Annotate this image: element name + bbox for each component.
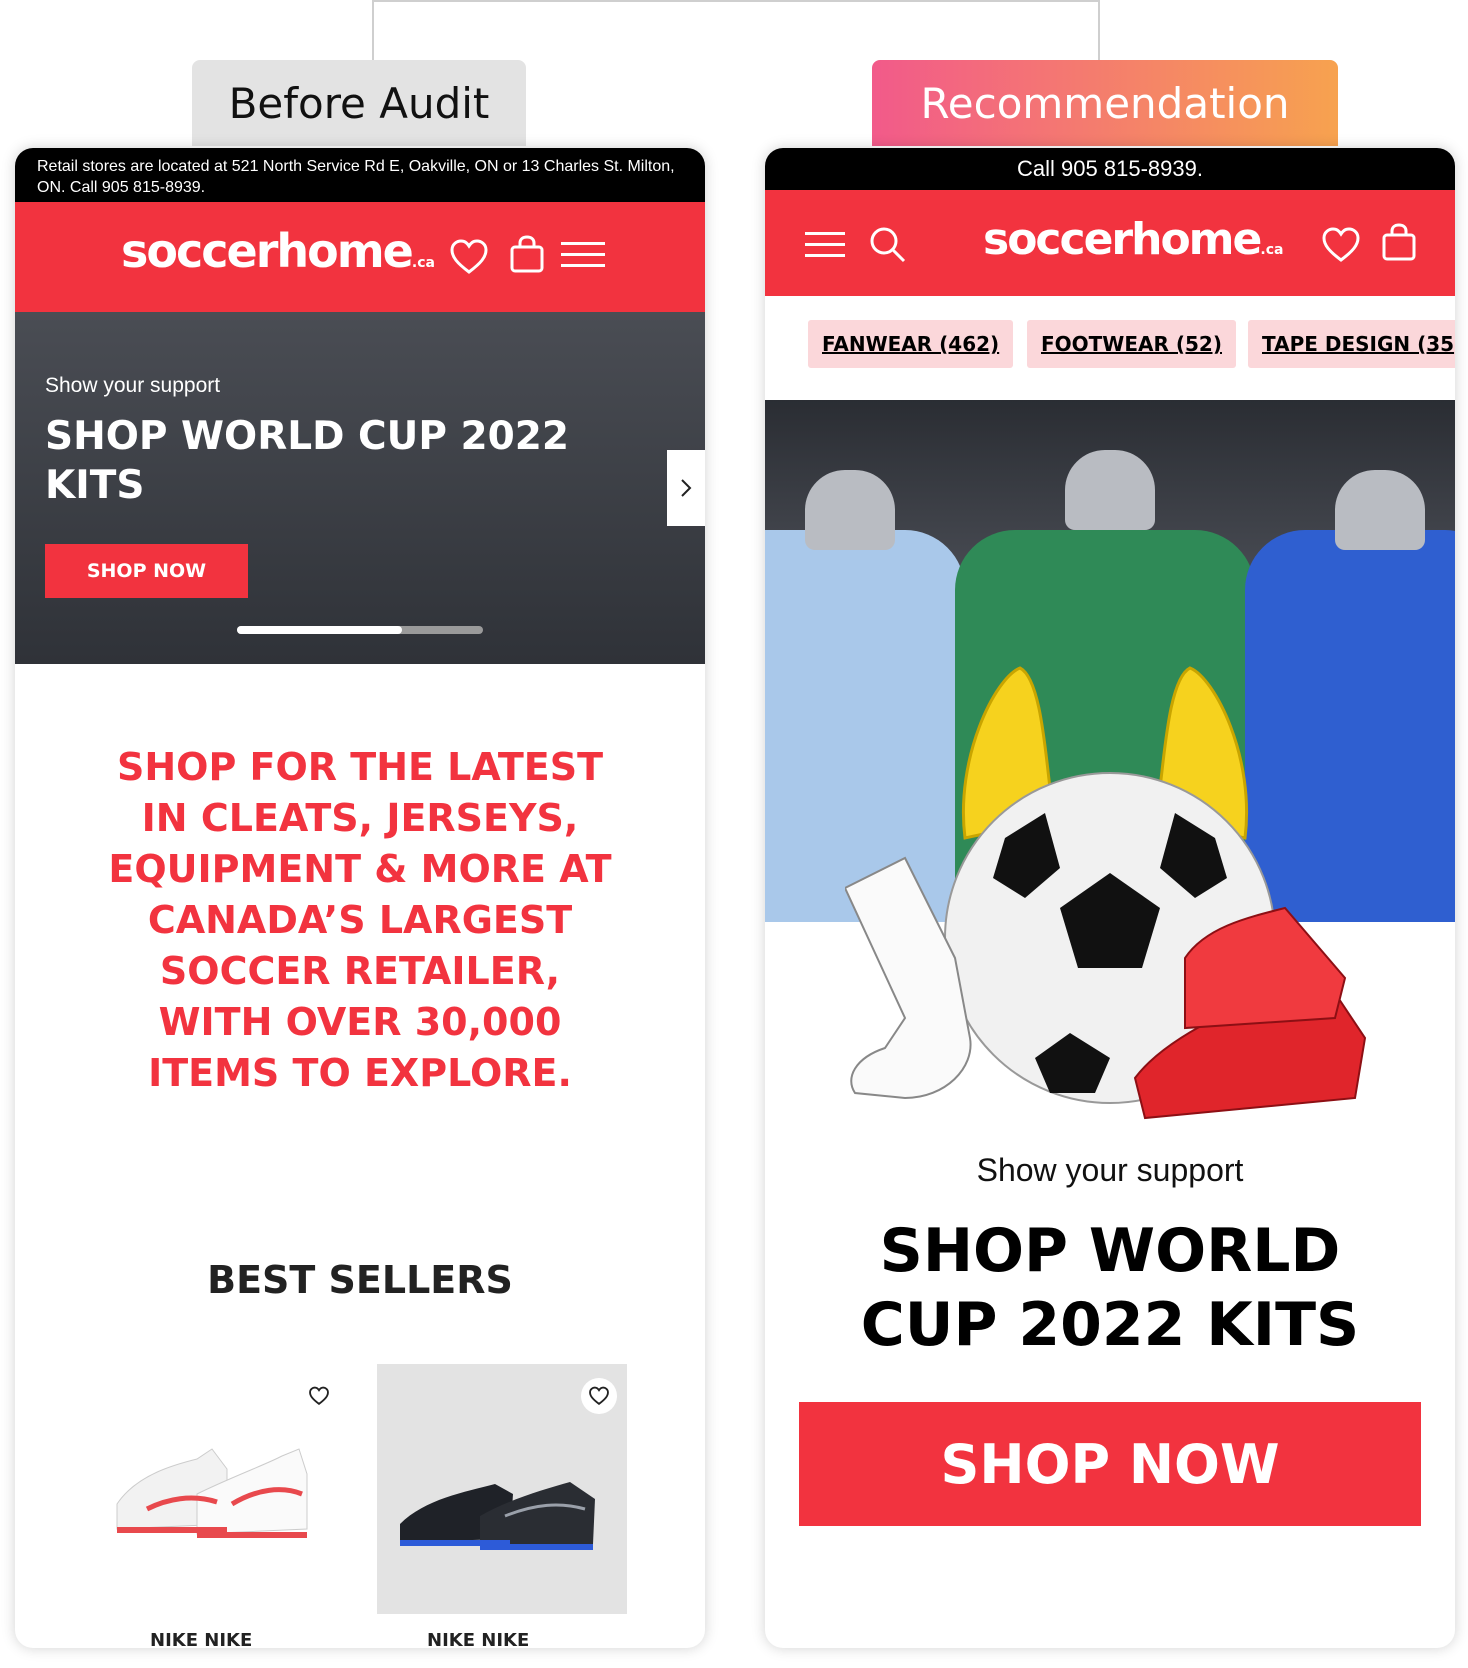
mannequin-neck xyxy=(1335,470,1425,550)
product-name[interactable]: NIKE NIKE xyxy=(427,1630,529,1648)
white-red-cleats-image xyxy=(116,1448,308,1538)
chevron-right-icon xyxy=(681,479,692,497)
hero-kicker: Show your support xyxy=(45,374,221,397)
wishlist-button[interactable] xyxy=(581,1378,617,1414)
wishlist-button[interactable] xyxy=(301,1378,337,1414)
product-card[interactable] xyxy=(97,1364,347,1614)
black-blue-cleats-image xyxy=(400,1482,595,1550)
category-chip-tape-design[interactable]: TAPE DESIGN (35 xyxy=(1248,320,1455,368)
hero-title: SHOP WORLD CUP 2022 KITS xyxy=(45,414,570,508)
intro-statement: SHOP FOR THE LATEST IN CLEATS, JERSEYS, … xyxy=(108,745,612,1095)
hero-kicker: Show your support xyxy=(976,1152,1244,1188)
recommendation-label: Recommendation xyxy=(872,60,1338,146)
category-chip-footwear[interactable]: FOOTWEAR (52) xyxy=(1027,320,1236,368)
heart-icon[interactable] xyxy=(449,238,489,281)
announcement-bar: Call 905 815-8939. xyxy=(765,148,1455,190)
soccerhome-logo[interactable]: soccerhome.ca xyxy=(121,224,435,278)
carousel-progress xyxy=(237,626,483,634)
category-chip-fanwear[interactable]: FANWEAR (462) xyxy=(808,320,1014,368)
gear-collage-image xyxy=(845,666,1367,1120)
menu-icon[interactable] xyxy=(561,240,605,275)
search-icon[interactable] xyxy=(869,226,907,269)
mannequin-neck xyxy=(1065,450,1155,530)
site-header: soccerhome.ca xyxy=(15,202,705,312)
hero-title: SHOP WORLD CUP 2022 KITS xyxy=(860,1216,1360,1360)
site-header: soccerhome.ca xyxy=(765,190,1455,296)
product-card[interactable] xyxy=(377,1364,627,1614)
shop-now-button[interactable]: SHOP NOW xyxy=(45,544,248,598)
soccerhome-logo[interactable]: soccerhome.ca xyxy=(983,214,1283,265)
before-audit-phone: Retail stores are located at 521 North S… xyxy=(15,148,705,1648)
shopping-bag-icon[interactable] xyxy=(509,234,545,279)
recommendation-phone: Call 905 815-8939. soccerhome.ca FANWEAR… xyxy=(765,148,1455,1648)
announcement-bar: Retail stores are located at 521 North S… xyxy=(15,148,705,202)
shopping-bag-icon[interactable] xyxy=(1381,222,1417,267)
mannequin-neck xyxy=(805,470,895,550)
heart-icon xyxy=(309,1386,329,1406)
hero-carousel[interactable]: Show your support SHOP WORLD CUP 2022 KI… xyxy=(15,312,705,664)
comparison-connector-line xyxy=(372,0,1100,62)
menu-icon[interactable] xyxy=(805,230,845,265)
carousel-next-button[interactable] xyxy=(667,450,705,526)
best-sellers-heading: BEST SELLERS xyxy=(207,1258,513,1302)
heart-icon xyxy=(589,1386,609,1406)
carousel-progress-fill xyxy=(237,626,402,634)
heart-icon[interactable] xyxy=(1321,226,1361,269)
before-audit-label: Before Audit xyxy=(192,60,526,146)
category-chips: FANWEAR (462) FOOTWEAR (52) TAPE DESIGN … xyxy=(765,296,1455,394)
product-name[interactable]: NIKE NIKE xyxy=(150,1630,252,1648)
shop-now-button[interactable]: SHOP NOW xyxy=(799,1402,1421,1526)
